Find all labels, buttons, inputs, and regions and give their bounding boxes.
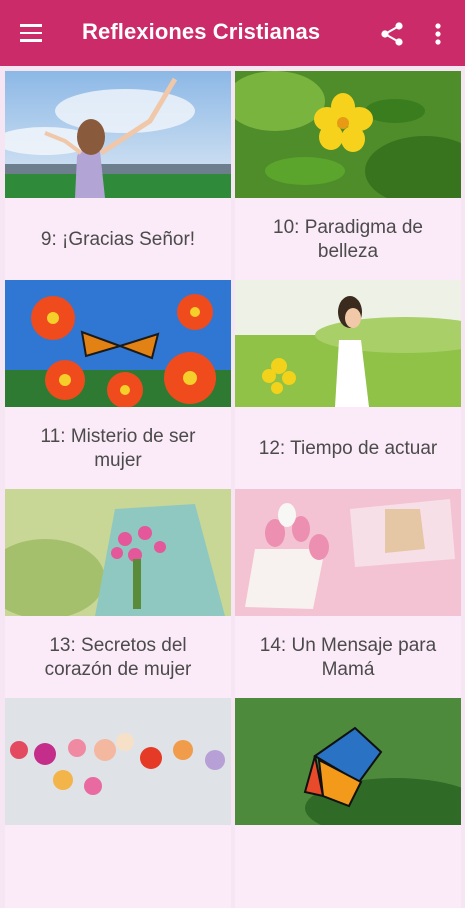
card-image-tulips-gift [235,489,461,616]
reflections-grid: 9: ¡Gracias Señor! 10: Paradigma de bell… [0,66,465,908]
card-reflection-13[interactable]: 13: Secretos del corazón de mujer [5,489,231,699]
card-label: 9: ¡Gracias Señor! [40,228,196,250]
card-reflection-16[interactable] [235,698,461,908]
card-image-paper-flowers [5,698,231,825]
card-label: 10: Paradigma de belleza [273,216,423,262]
share-icon[interactable] [378,20,406,48]
card-reflection-14[interactable]: 14: Un Mensaje para Mamá [235,489,461,699]
more-vert-icon[interactable] [426,20,450,48]
card-label: 14: Un Mensaje para Mamá [259,634,437,680]
card-image-woman-bouquet [5,489,231,616]
app-bar: Reflexiones Cristianas [0,0,465,66]
app-title: Reflexiones Cristianas [82,19,321,44]
card-label: 11: Misterio de ser mujer [40,425,196,471]
card-image-woman-arms-raised [5,71,231,198]
card-reflection-12[interactable]: 12: Tiempo de actuar [235,280,461,490]
card-image-orange-flowers-butterfly [5,280,231,407]
hamburger-menu-icon[interactable] [14,20,48,46]
card-reflection-9[interactable]: 9: ¡Gracias Señor! [5,71,231,281]
card-label: 13: Secretos del corazón de mujer [44,634,192,680]
card-reflection-11[interactable]: 11: Misterio de ser mujer [5,280,231,490]
card-image-butterfly [235,698,461,825]
card-reflection-10[interactable]: 10: Paradigma de belleza [235,71,461,281]
card-label: 12: Tiempo de actuar [258,437,438,459]
card-reflection-15[interactable] [5,698,231,908]
card-image-yellow-flower [235,71,461,198]
card-image-woman-in-field [235,280,461,407]
